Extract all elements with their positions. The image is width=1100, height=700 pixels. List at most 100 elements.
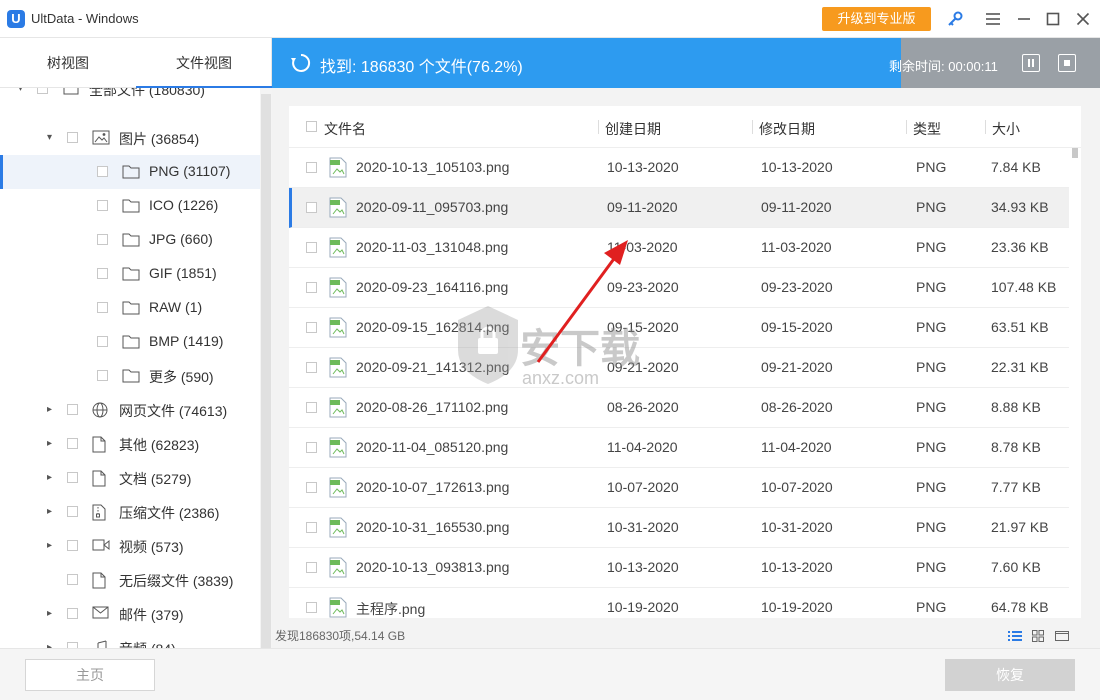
column-header-type[interactable]: 类型 <box>913 119 941 139</box>
tree-item[interactable]: 更多 (590) <box>0 359 260 393</box>
tree-item[interactable]: ▸ 压缩文件 (2386) <box>0 495 260 529</box>
column-header-modified[interactable]: 修改日期 <box>759 119 815 139</box>
row-checkbox[interactable] <box>306 362 317 373</box>
tree-item-checkbox[interactable] <box>97 336 108 347</box>
key-icon[interactable] <box>943 7 967 31</box>
column-separator[interactable] <box>752 120 753 134</box>
tree-item-checkbox[interactable] <box>67 404 78 415</box>
tree-item-checkbox[interactable] <box>67 608 78 619</box>
row-checkbox[interactable] <box>306 322 317 333</box>
tree-scrollbar[interactable] <box>260 88 272 648</box>
expand-arrow-icon[interactable]: ▸ <box>47 541 57 551</box>
close-icon[interactable] <box>1071 7 1095 31</box>
tree-item-checkbox[interactable] <box>67 574 78 585</box>
home-button[interactable]: 主页 <box>25 659 155 691</box>
collapse-arrow-icon[interactable]: ▾ <box>18 88 28 94</box>
expand-arrow-icon[interactable]: ▸ <box>47 507 57 517</box>
tree-item[interactable]: GIF (1851) <box>0 257 260 291</box>
cell-modified-date: 11-04-2020 <box>761 439 832 455</box>
pause-button[interactable] <box>1022 54 1040 72</box>
tree-item-checkbox[interactable] <box>97 234 108 245</box>
tree-item-checkbox[interactable] <box>97 268 108 279</box>
table-row[interactable]: 2020-08-26_171102.png 08-26-2020 08-26-202… <box>289 388 1069 428</box>
tree-item-checkbox[interactable] <box>67 438 78 449</box>
row-checkbox[interactable] <box>306 202 317 213</box>
menu-icon[interactable] <box>981 7 1005 31</box>
tree-item-checkbox[interactable] <box>97 302 108 313</box>
row-checkbox[interactable] <box>306 242 317 253</box>
tree-item[interactable]: ▸ 视频 (573) <box>0 529 260 563</box>
cell-modified-date: 10-07-2020 <box>761 479 833 495</box>
row-checkbox[interactable] <box>306 482 317 493</box>
grid-view-icon[interactable] <box>1032 629 1046 642</box>
collapse-arrow-icon[interactable]: ▾ <box>47 133 57 143</box>
row-checkbox[interactable] <box>306 602 317 613</box>
table-scrollbar[interactable] <box>1069 148 1081 618</box>
tree-item-checkbox[interactable] <box>67 472 78 483</box>
maximize-icon[interactable] <box>1041 7 1065 31</box>
tree-item[interactable]: ICO (1226) <box>0 189 260 223</box>
png-file-icon <box>329 317 347 338</box>
row-checkbox[interactable] <box>306 442 317 453</box>
preview-view-icon[interactable] <box>1055 629 1069 641</box>
table-row[interactable]: 2020-09-15_162814.png 09-15-2020 09-15-202… <box>289 308 1069 348</box>
row-checkbox[interactable] <box>306 282 317 293</box>
column-header-name[interactable]: 文件名 <box>324 119 366 139</box>
tree-scrollbar-thumb[interactable] <box>261 94 271 648</box>
select-all-checkbox[interactable] <box>306 121 317 132</box>
tree-item-checkbox[interactable] <box>97 370 108 381</box>
tree-item[interactable]: BMP (1419) <box>0 325 260 359</box>
table-row[interactable]: 2020-10-13_105103.png 10-13-2020 10-13-202… <box>289 148 1069 188</box>
column-header-size[interactable]: 大小 <box>992 119 1020 139</box>
stop-button[interactable] <box>1058 54 1076 72</box>
table-row[interactable]: 主程序.png 10-19-2020 10-19-2020 PNG 64.78 KB <box>289 588 1069 618</box>
tree-item[interactable]: ▾ 全部文件 (180830) <box>0 88 260 106</box>
table-row[interactable]: 2020-10-07_172613.png 10-07-2020 10-07-202… <box>289 468 1069 508</box>
tab-file-view[interactable]: 文件视图 <box>136 38 272 88</box>
tree-item[interactable]: RAW (1) <box>0 291 260 325</box>
tab-tree-view[interactable]: 树视图 <box>0 38 136 88</box>
table-row[interactable]: 2020-10-13_093813.png 10-13-2020 10-13-202… <box>289 548 1069 588</box>
expand-arrow-icon[interactable]: ▸ <box>47 405 57 415</box>
column-separator[interactable] <box>598 120 599 134</box>
table-row[interactable]: 2020-11-04_085120.png 11-04-2020 11-04-202… <box>289 428 1069 468</box>
column-separator[interactable] <box>985 120 986 134</box>
expand-arrow-icon[interactable]: ▸ <box>47 473 57 483</box>
tree-item[interactable]: ▸ 其他 (62823) <box>0 427 260 461</box>
minimize-icon[interactable] <box>1012 7 1036 31</box>
tree-item[interactable]: ▸ 网页文件 (74613) <box>0 393 260 427</box>
tree-item[interactable]: JPG (660) <box>0 223 260 257</box>
tree-item[interactable]: ▾ 图片 (36854) <box>0 121 260 155</box>
row-checkbox[interactable] <box>306 522 317 533</box>
row-checkbox[interactable] <box>306 402 317 413</box>
column-header-created[interactable]: 创建日期 <box>605 119 661 139</box>
cell-file-size: 34.93 KB <box>991 199 1049 215</box>
row-checkbox[interactable] <box>306 562 317 573</box>
table-row[interactable]: 2020-11-03_131048.png 11-03-2020 11-03-202… <box>289 228 1069 268</box>
table-row[interactable]: 2020-09-21_141312.png 09-21-2020 09-21-202… <box>289 348 1069 388</box>
table-row[interactable]: 2020-10-31_165530.png 10-31-2020 10-31-202… <box>289 508 1069 548</box>
upgrade-button[interactable]: 升级到专业版 <box>822 7 931 31</box>
table-row[interactable]: 2020-09-11_095703.png 09-11-2020 09-11-202… <box>289 188 1069 228</box>
tree-item[interactable]: ▸ 文档 (5279) <box>0 461 260 495</box>
table-scrollbar-thumb[interactable] <box>1072 148 1078 158</box>
tree-item[interactable]: PNG (31107) <box>0 155 260 189</box>
recover-button[interactable]: 恢复 <box>945 659 1075 691</box>
list-view-icon[interactable] <box>1008 629 1022 641</box>
tree-item[interactable]: ▸音频 (84) <box>0 631 260 648</box>
png-file-icon <box>329 237 347 258</box>
tree-item[interactable]: 无后缀文件 (3839) <box>0 563 260 597</box>
tree-item-checkbox[interactable] <box>67 506 78 517</box>
tree-item-label: BMP (1419) <box>149 333 224 349</box>
column-separator[interactable] <box>906 120 907 134</box>
tree-item-checkbox[interactable] <box>67 132 78 143</box>
expand-arrow-icon[interactable]: ▸ <box>47 439 57 449</box>
tree-item-checkbox[interactable] <box>97 166 108 177</box>
row-checkbox[interactable] <box>306 162 317 173</box>
tree-item-checkbox[interactable] <box>97 200 108 211</box>
expand-arrow-icon[interactable]: ▸ <box>47 609 57 619</box>
tree-item-checkbox[interactable] <box>37 88 48 94</box>
tree-item-checkbox[interactable] <box>67 540 78 551</box>
table-row[interactable]: 2020-09-23_164116.png 09-23-2020 09-23-202… <box>289 268 1069 308</box>
tree-item[interactable]: ▸ 邮件 (379) <box>0 597 260 631</box>
